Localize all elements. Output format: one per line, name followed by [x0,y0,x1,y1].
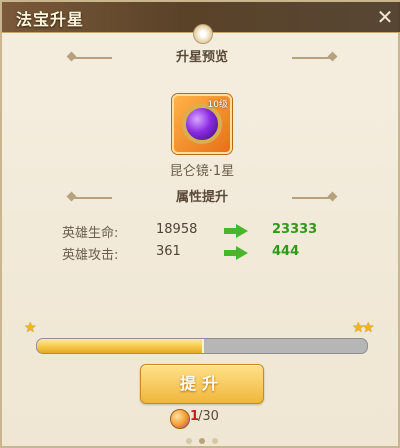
page-dot-active [199,438,205,444]
stat-label: 英雄攻击: [62,248,119,263]
preview-header-label: 升星预览 [175,50,228,65]
mirror-artifact-icon [182,104,222,144]
window-title: 法宝升星 [16,10,85,29]
item-name: 昆仑镜·1星 [169,164,235,179]
stat-old-value: 18958 [156,222,198,237]
divider-diamond-left-icon [66,51,77,62]
divider-diamond-left-icon [66,191,77,202]
arrow-right-icon [224,224,248,238]
upgrade-panel: 法宝升星 ✕ 升星预览 10级 昆仑镜·1星 属性提升 英雄生命: 18958 … [0,0,400,448]
item-level-badge: 10级 [207,100,228,110]
upgrade-progress-bar [36,338,368,354]
attributes-header: 属性提升 [74,186,330,210]
upgrade-cost: 1 /30 [166,408,246,429]
attributes-header-label: 属性提升 [175,190,228,205]
stat-label: 英雄生命: [62,226,119,241]
item-slot[interactable]: 10级 [172,94,232,154]
arrow-right-icon [224,246,248,260]
star-icon: ★ [362,320,375,336]
upgrade-button[interactable]: 提升 [140,364,264,404]
page-dot [186,438,192,444]
page-dot [212,438,218,444]
progress-fill [37,339,204,353]
stat-old-value: 361 [156,244,181,259]
stat-new-value: 444 [272,244,300,259]
preview-header: 升星预览 [74,46,330,70]
stat-new-value: 23333 [272,222,318,237]
star-icon: ★ [24,320,37,336]
divider-diamond-right-icon [327,51,338,62]
stat-row-attack: 英雄攻击: 361 444 [62,244,352,264]
close-icon[interactable]: ✕ [372,4,398,30]
upgrade-material-icon [170,409,190,429]
page-indicator [184,436,224,446]
divider-diamond-right-icon [327,191,338,202]
stat-row-hp: 英雄生命: 18958 23333 [62,222,352,242]
ornament-icon [193,24,213,44]
cost-total: /30 [198,409,219,424]
